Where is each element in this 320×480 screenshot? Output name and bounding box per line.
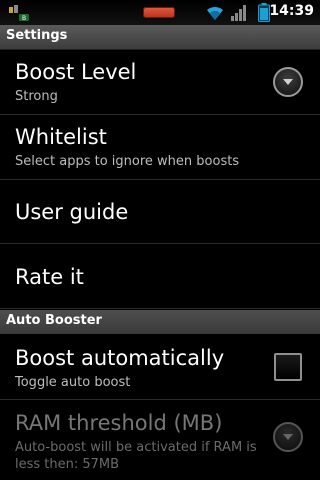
pref-summary: Toggle auto boost bbox=[15, 375, 131, 390]
pref-title: RAM threshold (MB) bbox=[15, 411, 223, 435]
pref-title: Rate it bbox=[15, 265, 84, 289]
pref-title: Boost automatically bbox=[15, 346, 225, 370]
section-header-auto-booster: Auto Booster bbox=[0, 310, 320, 334]
section-title: Auto Booster bbox=[6, 313, 102, 328]
status-time: 14:39 bbox=[269, 3, 314, 19]
signal-icon bbox=[231, 5, 246, 21]
pref-title: Whitelist bbox=[15, 125, 107, 149]
notification-icon: B bbox=[9, 5, 29, 22]
title-bar: Settings bbox=[0, 25, 320, 50]
auto-boost-checkbox[interactable] bbox=[274, 353, 302, 381]
battery-icon bbox=[258, 3, 270, 22]
wifi-icon bbox=[207, 6, 223, 20]
pref-rate-it[interactable]: Rate it bbox=[0, 244, 320, 309]
svg-text:B: B bbox=[22, 15, 26, 22]
pref-summary: Auto-boost will be activated if RAM is l… bbox=[15, 440, 257, 472]
pref-whitelist[interactable]: Whitelist Select apps to ignore when boo… bbox=[0, 115, 320, 180]
pref-summary: Select apps to ignore when boosts bbox=[15, 154, 240, 169]
status-bar: B 14:39 bbox=[0, 0, 320, 25]
battery-indicator-icon bbox=[143, 7, 175, 18]
pref-boost-level[interactable]: Boost Level Strong bbox=[0, 50, 320, 115]
pref-title: Boost Level bbox=[15, 60, 137, 84]
chevron-down-icon[interactable] bbox=[273, 67, 303, 97]
pref-boost-automatically[interactable]: Boost automatically Toggle auto boost bbox=[0, 335, 320, 400]
pref-user-guide[interactable]: User guide bbox=[0, 180, 320, 244]
pref-title: User guide bbox=[15, 200, 129, 224]
page-title: Settings bbox=[6, 28, 68, 43]
pref-ram-threshold: RAM threshold (MB) Auto-boost will be ac… bbox=[0, 400, 320, 480]
pref-summary: Strong bbox=[15, 89, 58, 104]
chevron-down-icon bbox=[273, 422, 303, 452]
